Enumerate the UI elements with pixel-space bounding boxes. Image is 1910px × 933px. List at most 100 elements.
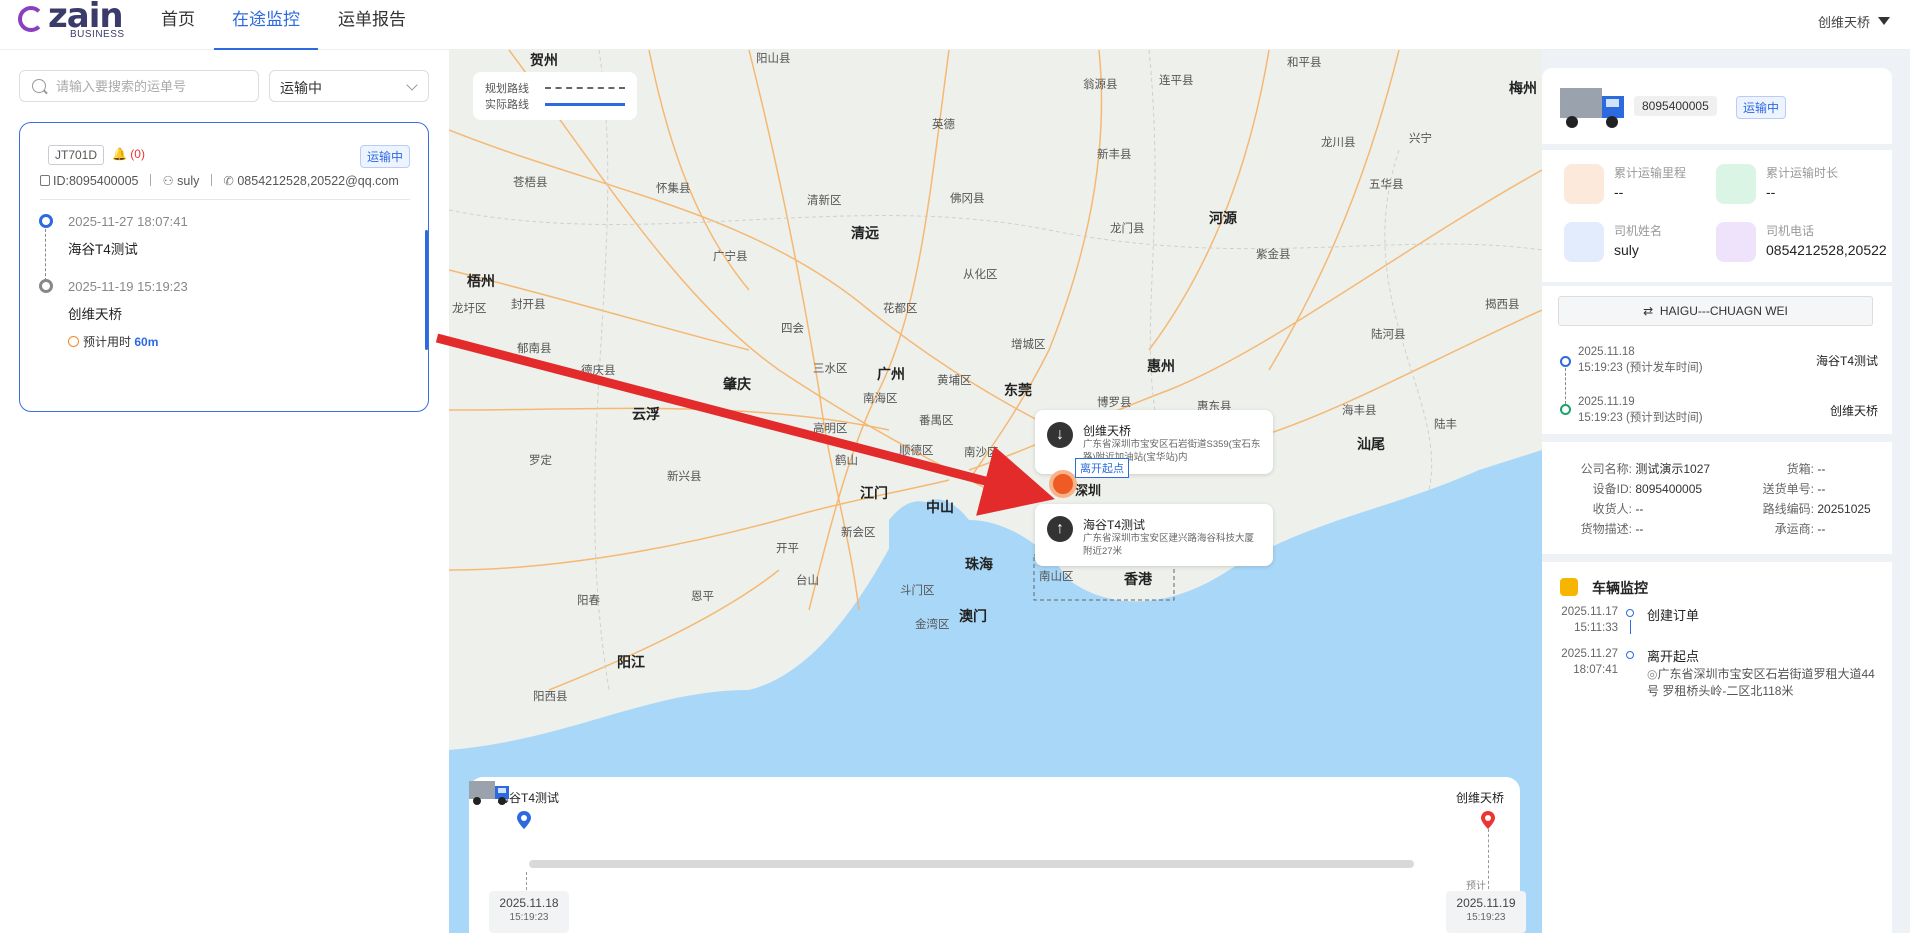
nav-monitor[interactable]: 在途监控 (214, 0, 318, 50)
stat-duration: 累计运输时长 -- (1716, 164, 1876, 214)
info-value: -- (1635, 522, 1644, 536)
start-pin-icon (517, 811, 531, 829)
route-name: HAIGU---CHUAGN WEI (1659, 304, 1788, 318)
start-location-popup[interactable]: ↑ 海谷T4测试 广东省深圳市宝安区建兴路海谷科技大厦附近27米 (1035, 504, 1273, 566)
city-label: 惠州 (1147, 358, 1175, 374)
county-label: 新会区 (841, 527, 876, 539)
legend-planned: 规划路线 (485, 80, 625, 96)
chevron-down-icon (406, 79, 418, 91)
vehicle-stats: 累计运输里程 -- 累计运输时长 -- 司机姓名 suly 司机电话 08542… (1542, 150, 1892, 282)
monitor-title: 车辆监控 (1592, 580, 1648, 596)
alarm-count[interactable]: 🔔 (0) (112, 147, 145, 161)
order-search[interactable] (19, 70, 259, 102)
info-value: -- (1817, 522, 1826, 536)
county-label: 罗定 (529, 455, 552, 467)
depart-place: 海谷T4测试 (1815, 354, 1878, 368)
status-select-value: 运输中 (280, 80, 322, 96)
nav-home[interactable]: 首页 (161, 0, 195, 50)
detail-panel: 8095400005 运输中 累计运输里程 -- 累计运输时长 -- 司机姓名 … (1542, 50, 1910, 933)
info-delivery-no: 送货单号: -- (1762, 480, 1826, 497)
truck-progress-icon (469, 781, 509, 805)
city-label: 广州 (877, 366, 905, 382)
order-card[interactable]: JT701D 🔔 (0) 运输中 ID:8095400005 ⚇ suly ✆ … (19, 122, 429, 412)
map-view[interactable]: 规划路线 实际路线 贺州 梧州 云浮 肇庆 广州 东莞 惠州 江门 中山 珠海 … (449, 50, 1542, 933)
list-scrollbar[interactable] (425, 230, 428, 350)
end-date-box: 2025.11.19 15:19:23 (1446, 891, 1526, 933)
county-label: 开平 (776, 543, 799, 555)
bell-icon: 🔔 (112, 147, 127, 161)
county-label: 怀集县 (656, 183, 691, 195)
divider (40, 199, 410, 200)
eta-label: 预计用时 (83, 335, 132, 349)
phone-label: 司机电话 (1766, 224, 1815, 238)
nav-report[interactable]: 运单报告 (338, 0, 406, 50)
county-label: 陆丰 (1434, 419, 1457, 431)
county-label: 南沙区 (964, 447, 999, 459)
depart-times: 2025.11.18 15:19:23 (预计发车时间) (1578, 344, 1703, 376)
timeline-end-name: 创维天桥 (1455, 791, 1504, 805)
info-value: -- (1817, 482, 1826, 496)
mileage-label: 累计运输里程 (1614, 166, 1687, 180)
county-label: 佛冈县 (950, 193, 985, 205)
county-label: 阳春 (577, 595, 600, 607)
logo-subtext: BUSINESS (70, 29, 125, 40)
order-info: 公司名称: 测试演示1027 货箱: -- 设备ID: 8095400005 送… (1542, 442, 1892, 554)
event-date: 2025.11.27 18:07:41 (1560, 646, 1618, 678)
city-label: 云浮 (632, 406, 660, 422)
county-label: 德庆县 (581, 365, 616, 377)
order-list-panel: 运输中 JT701D 🔔 (0) 运输中 ID:8095400005 ⚇ sul… (0, 50, 449, 933)
county-label: 深圳 (1075, 483, 1102, 498)
start-place: 海谷T4测试 (68, 242, 138, 257)
info-value: 8095400005 (1635, 482, 1703, 496)
truck-icon (1560, 88, 1624, 128)
county-label: 鹤山 (835, 455, 858, 467)
predicted-label: 预计 (1466, 881, 1486, 892)
arrive-date: 2025.11.19 (1578, 396, 1635, 408)
county-label: 封开县 (511, 299, 546, 311)
current-location-marker[interactable] (1049, 470, 1077, 498)
search-input[interactable] (54, 76, 254, 96)
end-time: 2025-11-19 15:19:23 (68, 279, 188, 294)
event-title: 离开起点 (1647, 649, 1700, 664)
event-title: 创建订单 (1647, 608, 1700, 623)
duration-value: -- (1766, 184, 1776, 200)
route-button[interactable]: ⇄ HAIGU---CHUAGN WEI (1558, 296, 1873, 326)
city-label: 清远 (851, 225, 879, 241)
county-label: 龙圩区 (452, 303, 487, 315)
arrive-dot-icon (1560, 404, 1571, 415)
user-menu[interactable]: 创维天桥 (1818, 12, 1890, 31)
county-label: 揭西县 (1485, 299, 1520, 311)
zain-logo[interactable]: zain BUSINESS (18, 0, 128, 46)
county-label: 兴宁 (1409, 133, 1432, 145)
county-label: 博罗县 (1097, 397, 1132, 409)
info-carrier: 承运商: -- (1762, 520, 1826, 537)
info-key: 货箱: (1786, 462, 1814, 476)
end-location-popup[interactable]: ↓ 创维天桥 广东省深圳市宝安区石岩街道S359(宝石东路)附近加油站(宝华站)… (1035, 410, 1273, 474)
timeline-connector (45, 229, 46, 281)
county-label: 恩平 (691, 591, 714, 603)
popup-start-title: 海谷T4测试 (1083, 518, 1146, 532)
county-label: 四会 (781, 323, 804, 335)
arrow-down-icon: ↓ (1047, 422, 1073, 448)
city-label: 珠海 (965, 556, 993, 572)
alarm-count-text: (0) (130, 147, 145, 161)
caret-down-icon (1878, 17, 1890, 25)
info-key: 收货人: (1592, 502, 1632, 516)
city-label: 中山 (926, 499, 954, 515)
county-label: 增城区 (1011, 339, 1046, 351)
driver-icon (1564, 222, 1604, 262)
county-label: 陆河县 (1371, 329, 1406, 341)
status-select[interactable]: 运输中 (269, 70, 429, 102)
driver-phone: 0854212528,20522@qq.com (237, 174, 399, 188)
city-label: 澳门 (959, 608, 987, 624)
route-section: ⇄ HAIGU---CHUAGN WEI 2025.11.18 15:19:23 … (1542, 286, 1892, 434)
end-pin-icon (1481, 811, 1495, 829)
event-date-time: 18:07:41 (1573, 664, 1618, 676)
popup-end-title: 创维天桥 (1083, 424, 1132, 438)
vehicle-monitor: 车辆监控 2025.11.17 15:11:33 创建订单 2025.11.27 1… (1542, 562, 1892, 933)
city-label: 香港 (1124, 571, 1152, 587)
info-route-code: 路线编码: 20251025 (1762, 500, 1871, 517)
route-connector (1565, 368, 1566, 404)
event-connector (1630, 620, 1631, 634)
start-date-box: 2025.11.18 15:19:23 (489, 891, 569, 933)
